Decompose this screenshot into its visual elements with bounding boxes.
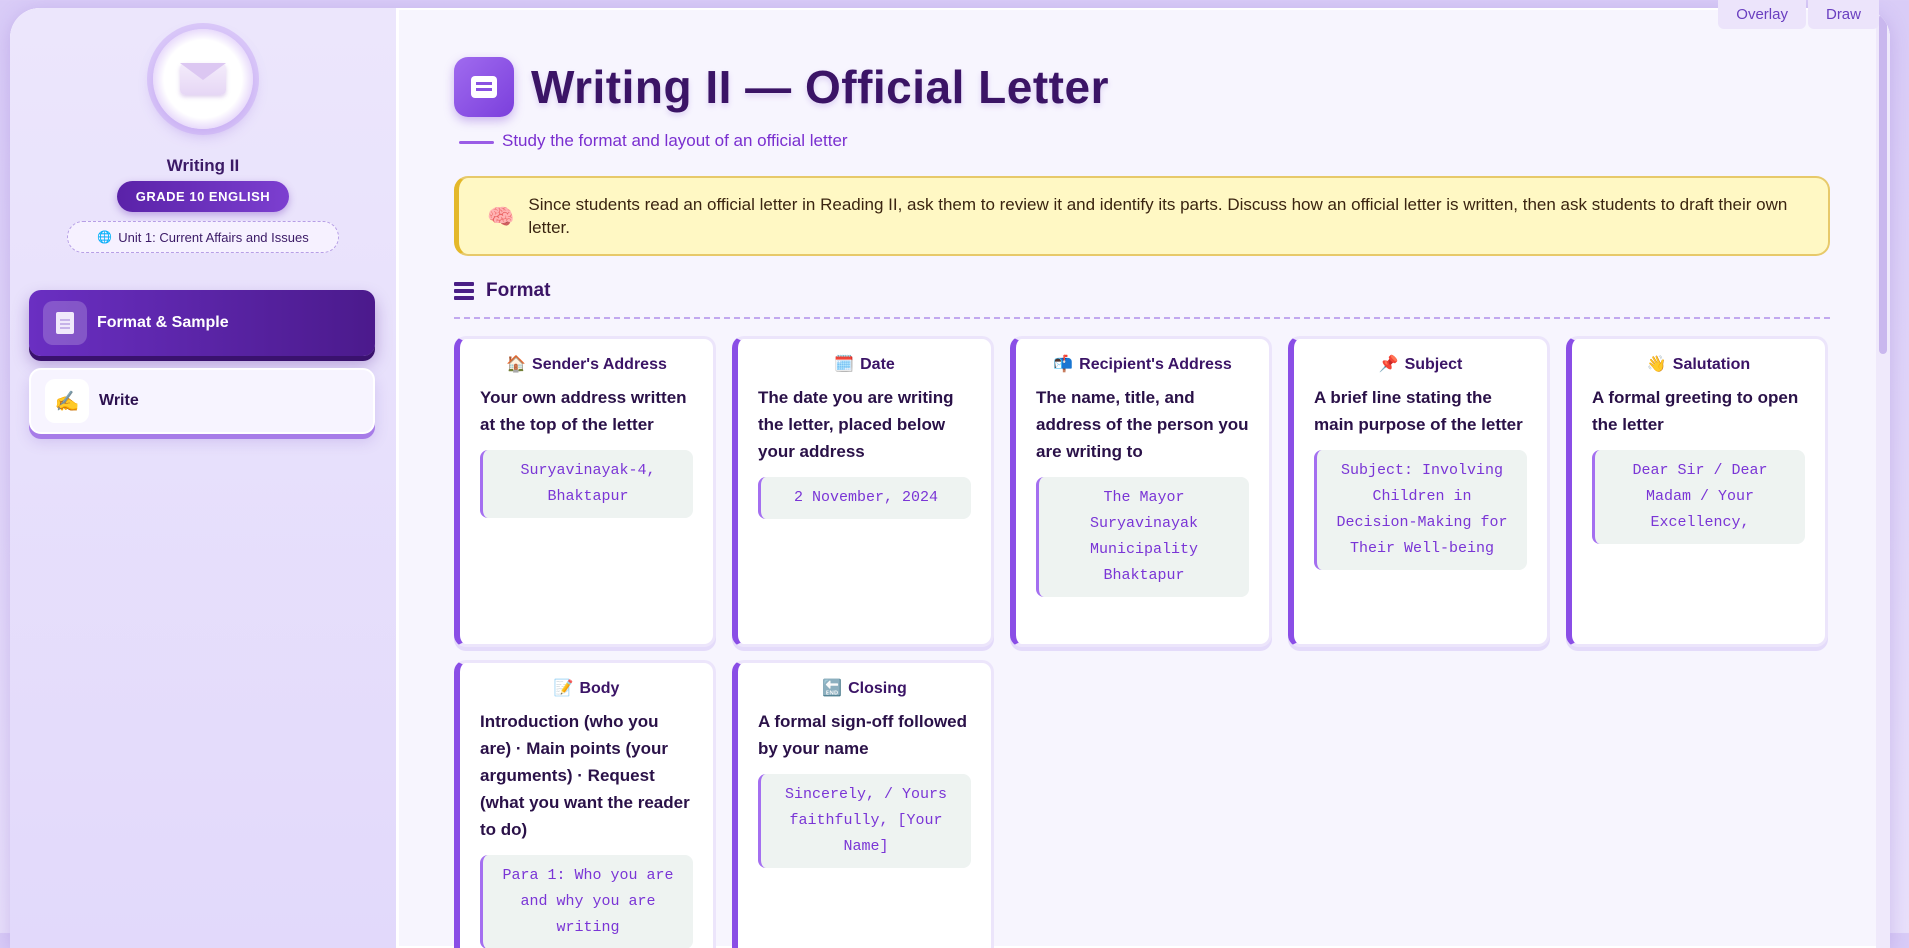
subtitle-accent (459, 141, 494, 144)
mode-tabs: Overlay Draw (1718, 0, 1879, 29)
format-card-recipient-address: 📬 Recipient's Address The name, title, an… (1010, 336, 1272, 647)
app-window: Writing II GRADE 10 ENGLISH 🌐 Unit 1: Cu… (10, 8, 1890, 948)
tab-overlay[interactable]: Overlay (1718, 0, 1806, 29)
format-card-body: 📝 Body Introduction (who you are) · Main … (454, 660, 716, 948)
card-description: The name, title, and address of the pers… (1036, 388, 1249, 461)
card-description: A brief line stating the main purpose of… (1314, 388, 1523, 434)
section-heading: Format (454, 280, 550, 302)
mailbox-icon: 📬 (1053, 356, 1074, 373)
sidebar-item-label: Format & Sample (97, 314, 229, 331)
sidebar-item-format-sample[interactable]: Format & Sample (29, 290, 375, 356)
card-example: Dear Sir / Dear Madam / Your Excellency, (1592, 450, 1805, 544)
format-card-closing: 🔚 Closing A formal sign-off followed by y… (732, 660, 994, 948)
card-title: Subject (1404, 356, 1463, 373)
page-title: Writing II — Official Letter (531, 61, 1109, 113)
card-description: The date you are writing the letter, pla… (758, 388, 954, 461)
writing-hand-icon: ✍️ (45, 379, 89, 423)
format-card-sender-address: 🏠 Sender's Address Your own address writt… (454, 336, 716, 647)
globe-icon: 🌐 (97, 230, 113, 244)
format-card-date: 🗓️ Date The date you are writing the lett… (732, 336, 994, 647)
card-title: Body (579, 680, 620, 697)
card-description: Introduction (who you are) · Main points… (480, 712, 690, 839)
brain-icon: 🧠 (487, 203, 515, 229)
card-example: 2 November, 2024 (758, 477, 971, 519)
card-example: Suryavinayak-4, Bhaktapur (480, 450, 693, 518)
card-title: Salutation (1672, 356, 1751, 373)
card-description: A formal greeting to open the letter (1592, 388, 1799, 434)
calendar-icon: 🗓️ (834, 356, 855, 373)
grade-badge: GRADE 10 ENGLISH (117, 181, 289, 212)
sidebar-title: Writing II (166, 156, 240, 175)
envelope-icon (180, 63, 226, 95)
document-icon (43, 301, 87, 345)
card-title: Closing (848, 680, 907, 697)
scrollbar[interactable] (1876, 8, 1890, 948)
card-example: Subject: Involving Children in Decision-… (1314, 450, 1527, 570)
sidebar-item-write[interactable]: ✍️ Write (29, 368, 375, 434)
list-icon (454, 282, 474, 300)
tab-draw[interactable]: Draw (1807, 0, 1879, 29)
unit-chip: 🌐 Unit 1: Current Affairs and Issues (67, 221, 339, 253)
card-description: Your own address written at the top of t… (480, 388, 687, 434)
end-arrow-icon: 🔚 (822, 680, 843, 697)
sidebar-item-label: Write (99, 392, 139, 409)
waving-hand-icon: 👋 (1646, 356, 1667, 373)
format-card-subject: 📌 Subject A brief line stating the main p… (1288, 336, 1550, 647)
section-title: Format (486, 280, 551, 301)
card-example: The Mayor Suryavinayak Municipality Bhak… (1036, 477, 1249, 597)
card-title: Sender's Address (532, 356, 667, 373)
lesson-avatar (153, 29, 253, 129)
house-icon: 🏠 (506, 356, 527, 373)
memo-icon: 📝 (553, 680, 574, 697)
page-subtitle: Study the format and layout of an offici… (502, 131, 848, 150)
format-card-salutation: 👋 Salutation A formal greeting to open th… (1566, 336, 1828, 647)
teacher-tip: 🧠 Since students read an official letter… (454, 176, 1830, 256)
card-title: Recipient's Address (1079, 356, 1232, 373)
pushpin-icon: 📌 (1378, 356, 1399, 373)
sidebar: Writing II GRADE 10 ENGLISH 🌐 Unit 1: Cu… (10, 8, 399, 948)
section-divider (454, 317, 1830, 319)
card-example: Para 1: Who you are and why you are writ… (480, 855, 693, 948)
card-description: A formal sign-off followed by your name (758, 712, 968, 758)
card-title: Date (860, 356, 895, 373)
card-example: Sincerely, / Yours faithfully, [Your Nam… (758, 774, 971, 868)
tip-text: Since students read an official letter i… (528, 195, 1788, 237)
scrollbar-thumb[interactable] (1879, 14, 1887, 354)
letter-icon (454, 57, 514, 117)
unit-label: Unit 1: Current Affairs and Issues (118, 229, 309, 245)
